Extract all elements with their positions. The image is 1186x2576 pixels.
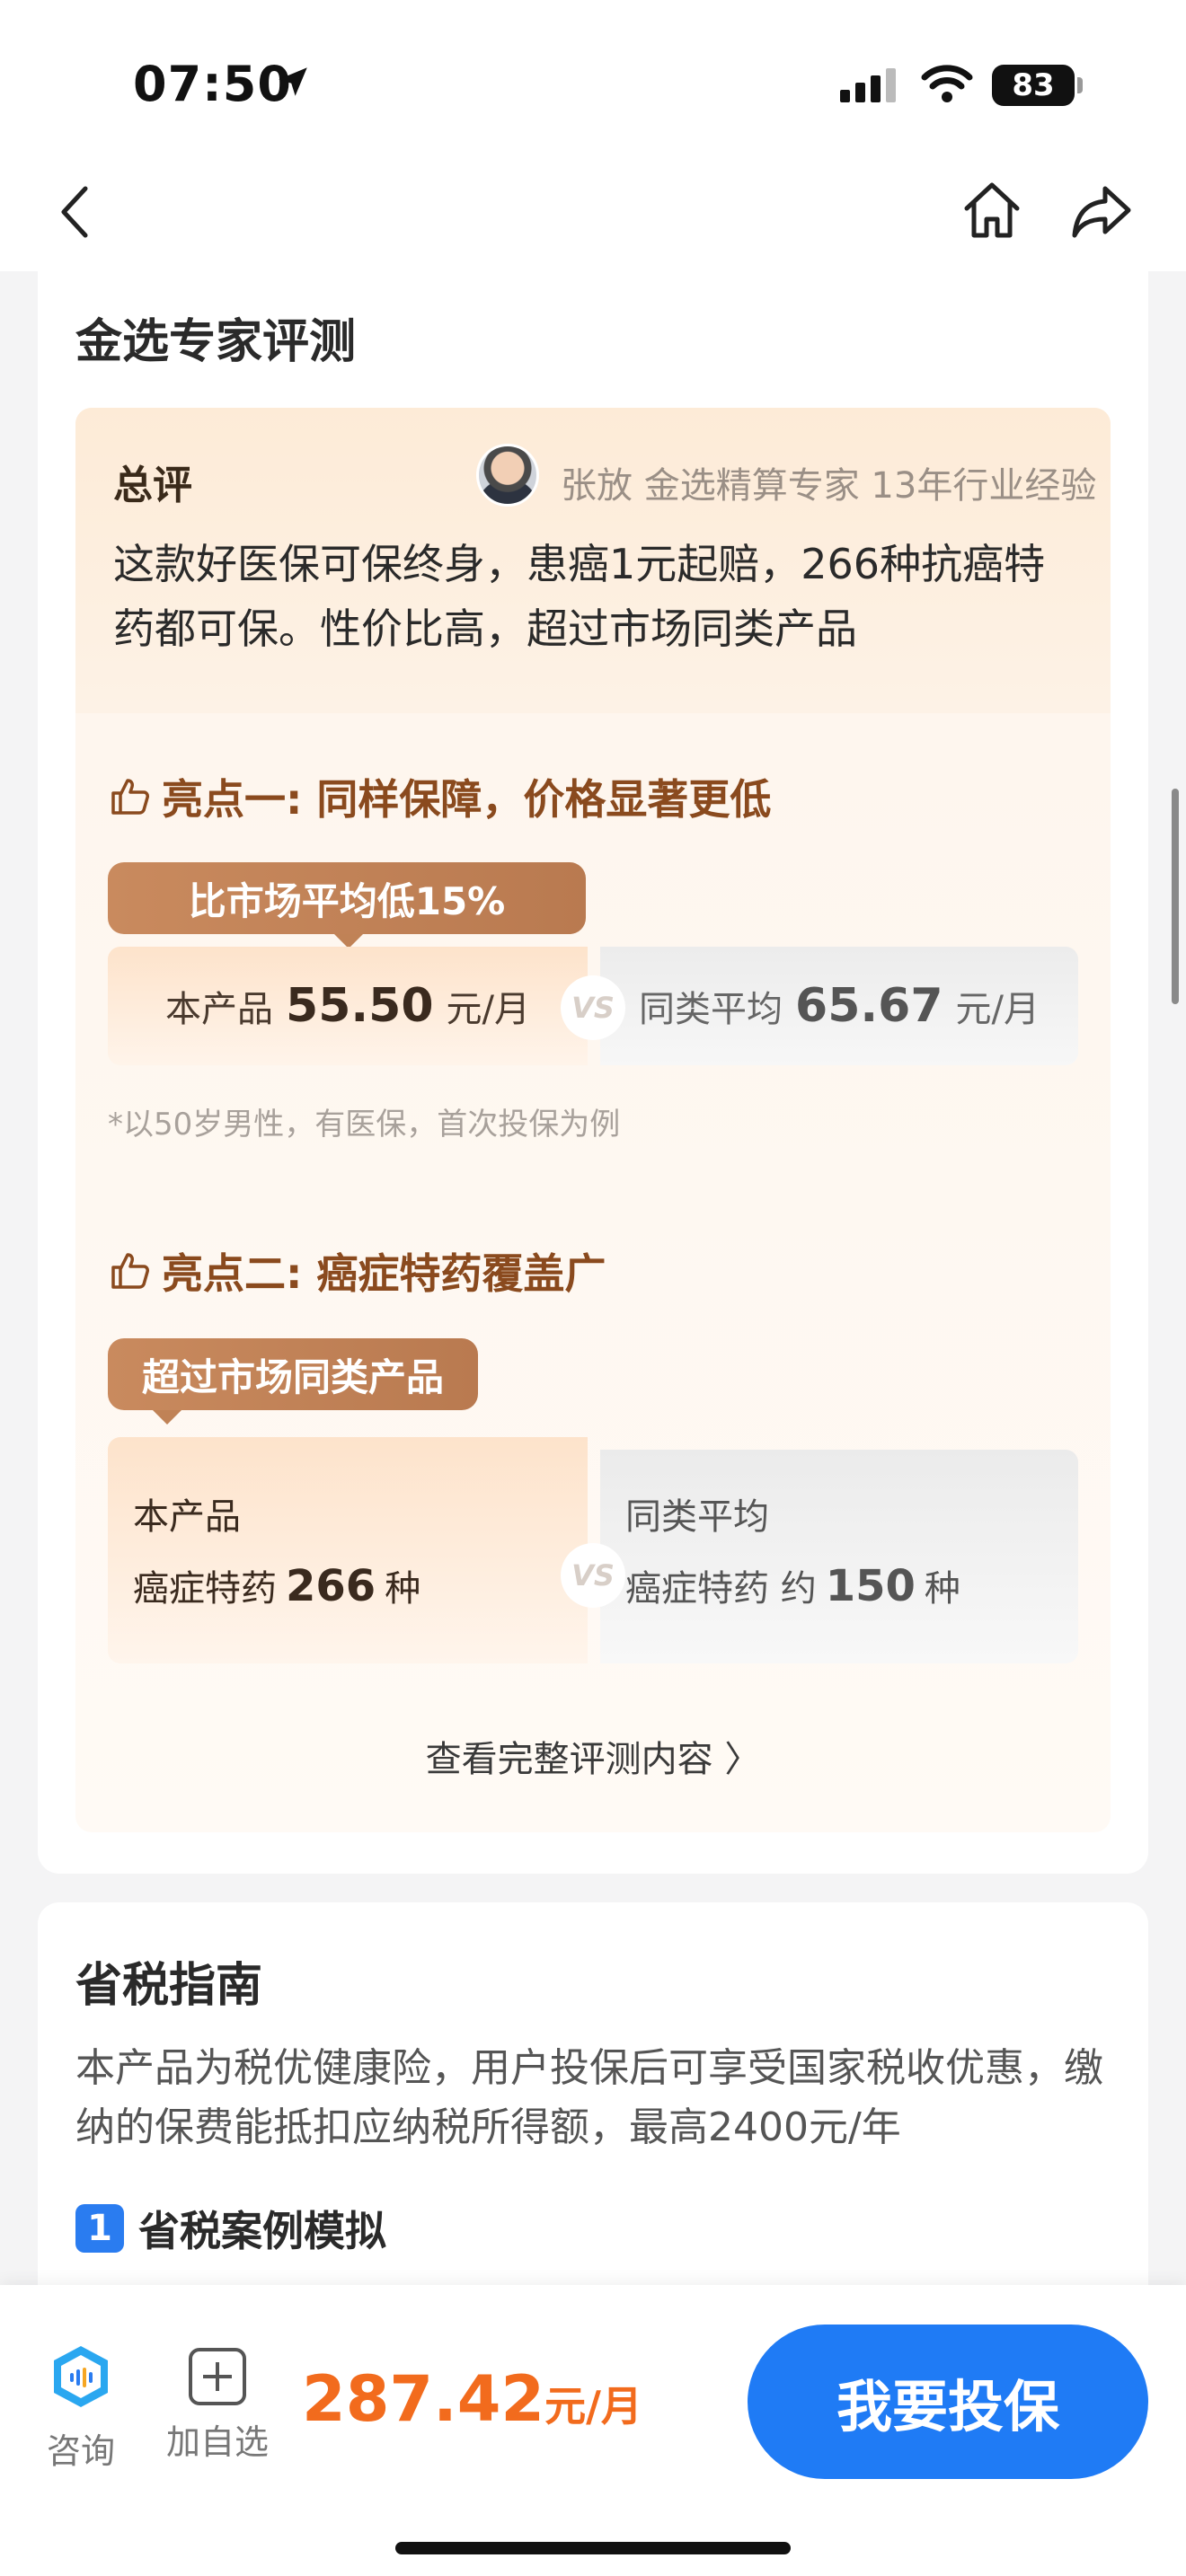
vs-badge: VS (561, 1543, 625, 1608)
drug-prefix: 癌症特药 约 (625, 1568, 817, 1610)
view-full-review-link[interactable]: 查看完整评测内容 〉 (75, 1730, 1111, 1782)
add-to-favorites-button[interactable]: 加自选 (160, 2342, 275, 2464)
highlight2-title: 亮点二: 癌症特药覆盖广 (108, 1241, 606, 1301)
price-unit: 元/月 (544, 2382, 642, 2430)
review-box: 总评 张放 金选精算专家 13年行业经验 这款好医保可保终身，患癌1元起赔，26… (75, 408, 1111, 1832)
consult-icon (54, 2346, 108, 2407)
add-to-favorites-label: 加自选 (165, 2422, 269, 2462)
case-number-badge: 1 (75, 2204, 124, 2253)
plus-square-icon (189, 2348, 246, 2405)
highlight2-title-text: 亮点二: 癌症特药覆盖广 (162, 1249, 606, 1298)
drug-unit: 种 (385, 1568, 421, 1610)
product-price: 55.50 (286, 979, 434, 1033)
highlight1-title: 亮点一: 同样保障，价格显著更低 (108, 767, 771, 826)
vs-badge: VS (561, 975, 625, 1040)
product-drug-count: 癌症特药 266 种 (133, 1559, 420, 1611)
back-button[interactable] (52, 176, 97, 248)
wifi-icon (921, 65, 973, 102)
location-arrow-icon (279, 67, 307, 96)
consult-label: 咨询 (46, 2431, 115, 2471)
drug-unit: 种 (924, 1568, 960, 1610)
product-label: 本产品 (133, 1496, 241, 1538)
average-label: 同类平均 (639, 989, 783, 1030)
chevron-left-icon (61, 186, 88, 238)
summary-label: 总评 (113, 463, 192, 508)
drug-count-value: 266 (286, 1561, 376, 1611)
battery-indicator: 83 (992, 65, 1075, 106)
price-footnote: *以50岁男性，有医保，首次投保为例 (108, 1107, 621, 1142)
product-price-unit: 元/月 (446, 989, 530, 1030)
average-price-unit: 元/月 (955, 989, 1040, 1030)
highlight1-tag: 比市场平均低15% (108, 862, 586, 948)
expert-avatar (476, 444, 539, 507)
case-title-text: 省税案例模拟 (138, 2207, 386, 2255)
buy-insurance-button[interactable]: 我要投保 (748, 2325, 1148, 2479)
highlight2-average-drugs: 同类平均 癌症特药 约 150 种 (600, 1450, 1078, 1663)
summary-text: 这款好医保可保终身，患癌1元起赔，266种抗癌特药都可保。性价比高，超过市场同类… (113, 540, 1046, 653)
thumbs-up-icon (111, 1253, 149, 1289)
share-button[interactable] (1069, 180, 1134, 244)
battery-tip (1077, 77, 1083, 93)
drug-prefix: 癌症特药 (133, 1568, 277, 1610)
thumbs-up-icon (111, 779, 149, 815)
average-price: 65.67 (795, 979, 943, 1033)
monthly-price: 287.42元/月 (302, 2362, 642, 2436)
product-label: 本产品 (165, 989, 274, 1030)
drug-count-value: 150 (825, 1561, 916, 1611)
tax-case-heading: 1 省税案例模拟 (75, 2199, 386, 2258)
highlight1-average-price: 同类平均 65.67 元/月 (600, 947, 1078, 1065)
average-label: 同类平均 (625, 1496, 769, 1538)
home-indicator (395, 2542, 791, 2554)
highlight2-tag: 超过市场同类产品 (108, 1338, 478, 1425)
price-value: 287.42 (302, 2362, 545, 2436)
status-time: 07:50 (133, 56, 292, 112)
expert-review-title: 金选专家评测 (75, 315, 357, 369)
tax-guide-title: 省税指南 (75, 1959, 263, 2013)
highlight1-product-price: 本产品 55.50 元/月 (108, 947, 588, 1065)
expert-review-card: 金选专家评测 总评 张放 金选精算专家 13年行业经验 这款好医保可保终身，患癌… (38, 269, 1148, 1874)
average-drug-count: 癌症特药 约 150 种 (625, 1559, 960, 1611)
tax-guide-description: 本产品为税优健康险，用户投保后可享受国家税收优惠，缴纳的保费能抵扣应纳税所得额，… (75, 2045, 1103, 2150)
home-button[interactable] (960, 178, 1024, 243)
highlight2-product-drugs: 本产品 癌症特药 266 种 (108, 1437, 588, 1663)
scrollbar[interactable] (1172, 789, 1179, 1004)
highlight1-title-text: 亮点一: 同样保障，价格显著更低 (162, 775, 772, 824)
cellular-signal-icon (840, 68, 896, 102)
expert-info: 张放 金选精算专家 13年行业经验 (561, 465, 1097, 507)
home-icon (964, 182, 1020, 238)
share-icon (1072, 186, 1131, 238)
consult-button[interactable]: 咨询 (36, 2342, 126, 2473)
